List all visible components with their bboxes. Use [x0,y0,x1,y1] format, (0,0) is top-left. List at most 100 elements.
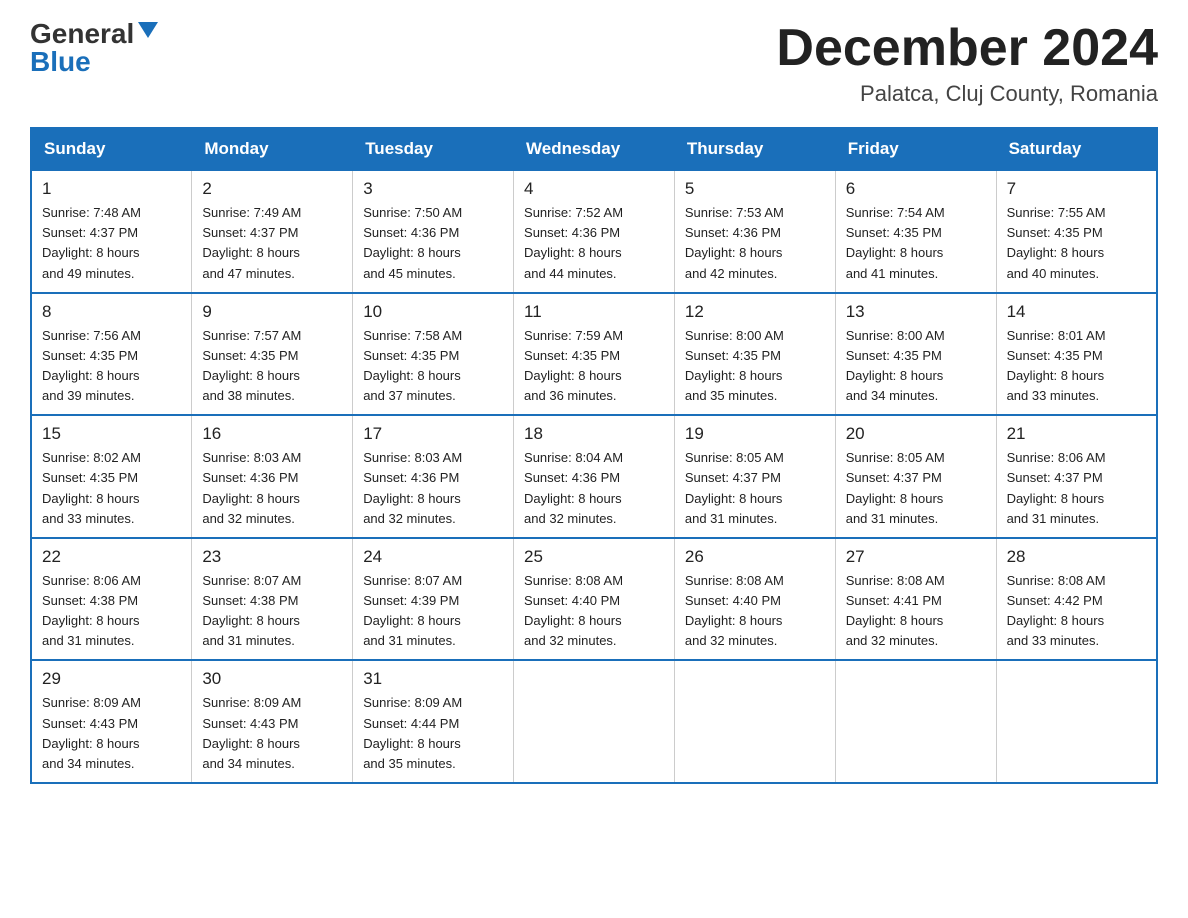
day-info: Sunrise: 8:08 AMSunset: 4:40 PMDaylight:… [685,571,825,652]
table-row [996,660,1157,783]
calendar-week-row: 29 Sunrise: 8:09 AMSunset: 4:43 PMDaylig… [31,660,1157,783]
day-number: 17 [363,424,503,444]
table-row: 20 Sunrise: 8:05 AMSunset: 4:37 PMDaylig… [835,415,996,538]
day-number: 15 [42,424,181,444]
logo-triangle-icon [138,22,158,38]
day-number: 6 [846,179,986,199]
day-info: Sunrise: 8:08 AMSunset: 4:40 PMDaylight:… [524,571,664,652]
day-info: Sunrise: 8:04 AMSunset: 4:36 PMDaylight:… [524,448,664,529]
day-number: 2 [202,179,342,199]
day-number: 16 [202,424,342,444]
calendar-header-row: Sunday Monday Tuesday Wednesday Thursday… [31,128,1157,170]
day-info: Sunrise: 7:56 AMSunset: 4:35 PMDaylight:… [42,326,181,407]
day-info: Sunrise: 7:49 AMSunset: 4:37 PMDaylight:… [202,203,342,284]
header-thursday: Thursday [674,128,835,170]
table-row [835,660,996,783]
header-friday: Friday [835,128,996,170]
title-section: December 2024 Palatca, Cluj County, Roma… [776,20,1158,107]
day-info: Sunrise: 8:07 AMSunset: 4:39 PMDaylight:… [363,571,503,652]
day-info: Sunrise: 7:53 AMSunset: 4:36 PMDaylight:… [685,203,825,284]
day-number: 14 [1007,302,1146,322]
month-year-title: December 2024 [776,20,1158,77]
table-row: 25 Sunrise: 8:08 AMSunset: 4:40 PMDaylig… [514,538,675,661]
day-number: 4 [524,179,664,199]
day-number: 30 [202,669,342,689]
table-row: 16 Sunrise: 8:03 AMSunset: 4:36 PMDaylig… [192,415,353,538]
table-row: 15 Sunrise: 8:02 AMSunset: 4:35 PMDaylig… [31,415,192,538]
table-row: 13 Sunrise: 8:00 AMSunset: 4:35 PMDaylig… [835,293,996,416]
day-number: 23 [202,547,342,567]
table-row: 1 Sunrise: 7:48 AMSunset: 4:37 PMDayligh… [31,170,192,293]
day-info: Sunrise: 8:03 AMSunset: 4:36 PMDaylight:… [363,448,503,529]
table-row: 12 Sunrise: 8:00 AMSunset: 4:35 PMDaylig… [674,293,835,416]
table-row: 3 Sunrise: 7:50 AMSunset: 4:36 PMDayligh… [353,170,514,293]
day-info: Sunrise: 7:55 AMSunset: 4:35 PMDaylight:… [1007,203,1146,284]
table-row: 30 Sunrise: 8:09 AMSunset: 4:43 PMDaylig… [192,660,353,783]
day-info: Sunrise: 7:54 AMSunset: 4:35 PMDaylight:… [846,203,986,284]
location-subtitle: Palatca, Cluj County, Romania [776,81,1158,107]
table-row: 14 Sunrise: 8:01 AMSunset: 4:35 PMDaylig… [996,293,1157,416]
day-info: Sunrise: 7:57 AMSunset: 4:35 PMDaylight:… [202,326,342,407]
day-number: 24 [363,547,503,567]
day-info: Sunrise: 7:52 AMSunset: 4:36 PMDaylight:… [524,203,664,284]
day-number: 7 [1007,179,1146,199]
table-row: 23 Sunrise: 8:07 AMSunset: 4:38 PMDaylig… [192,538,353,661]
day-number: 26 [685,547,825,567]
day-number: 21 [1007,424,1146,444]
calendar-week-row: 15 Sunrise: 8:02 AMSunset: 4:35 PMDaylig… [31,415,1157,538]
header-wednesday: Wednesday [514,128,675,170]
day-number: 8 [42,302,181,322]
day-info: Sunrise: 8:09 AMSunset: 4:43 PMDaylight:… [42,693,181,774]
day-info: Sunrise: 7:58 AMSunset: 4:35 PMDaylight:… [363,326,503,407]
page-header: General Blue December 2024 Palatca, Cluj… [30,20,1158,107]
day-info: Sunrise: 7:59 AMSunset: 4:35 PMDaylight:… [524,326,664,407]
day-info: Sunrise: 8:05 AMSunset: 4:37 PMDaylight:… [685,448,825,529]
day-info: Sunrise: 8:05 AMSunset: 4:37 PMDaylight:… [846,448,986,529]
day-number: 18 [524,424,664,444]
table-row [674,660,835,783]
logo-blue-text: Blue [30,48,91,76]
day-info: Sunrise: 8:00 AMSunset: 4:35 PMDaylight:… [846,326,986,407]
day-number: 3 [363,179,503,199]
day-info: Sunrise: 8:08 AMSunset: 4:42 PMDaylight:… [1007,571,1146,652]
table-row: 10 Sunrise: 7:58 AMSunset: 4:35 PMDaylig… [353,293,514,416]
table-row: 27 Sunrise: 8:08 AMSunset: 4:41 PMDaylig… [835,538,996,661]
day-number: 11 [524,302,664,322]
calendar-week-row: 22 Sunrise: 8:06 AMSunset: 4:38 PMDaylig… [31,538,1157,661]
calendar-table: Sunday Monday Tuesday Wednesday Thursday… [30,127,1158,784]
table-row: 29 Sunrise: 8:09 AMSunset: 4:43 PMDaylig… [31,660,192,783]
day-info: Sunrise: 8:08 AMSunset: 4:41 PMDaylight:… [846,571,986,652]
table-row [514,660,675,783]
day-number: 22 [42,547,181,567]
day-number: 19 [685,424,825,444]
table-row: 7 Sunrise: 7:55 AMSunset: 4:35 PMDayligh… [996,170,1157,293]
header-saturday: Saturday [996,128,1157,170]
table-row: 24 Sunrise: 8:07 AMSunset: 4:39 PMDaylig… [353,538,514,661]
table-row: 8 Sunrise: 7:56 AMSunset: 4:35 PMDayligh… [31,293,192,416]
calendar-week-row: 1 Sunrise: 7:48 AMSunset: 4:37 PMDayligh… [31,170,1157,293]
header-monday: Monday [192,128,353,170]
day-number: 31 [363,669,503,689]
day-number: 12 [685,302,825,322]
table-row: 22 Sunrise: 8:06 AMSunset: 4:38 PMDaylig… [31,538,192,661]
table-row: 28 Sunrise: 8:08 AMSunset: 4:42 PMDaylig… [996,538,1157,661]
day-number: 1 [42,179,181,199]
day-number: 28 [1007,547,1146,567]
table-row: 26 Sunrise: 8:08 AMSunset: 4:40 PMDaylig… [674,538,835,661]
day-number: 20 [846,424,986,444]
day-number: 25 [524,547,664,567]
table-row: 6 Sunrise: 7:54 AMSunset: 4:35 PMDayligh… [835,170,996,293]
logo-general-text: General [30,20,134,48]
day-info: Sunrise: 8:00 AMSunset: 4:35 PMDaylight:… [685,326,825,407]
header-sunday: Sunday [31,128,192,170]
table-row: 4 Sunrise: 7:52 AMSunset: 4:36 PMDayligh… [514,170,675,293]
day-info: Sunrise: 8:06 AMSunset: 4:38 PMDaylight:… [42,571,181,652]
day-info: Sunrise: 8:06 AMSunset: 4:37 PMDaylight:… [1007,448,1146,529]
day-number: 9 [202,302,342,322]
calendar-week-row: 8 Sunrise: 7:56 AMSunset: 4:35 PMDayligh… [31,293,1157,416]
header-tuesday: Tuesday [353,128,514,170]
day-info: Sunrise: 7:48 AMSunset: 4:37 PMDaylight:… [42,203,181,284]
day-info: Sunrise: 7:50 AMSunset: 4:36 PMDaylight:… [363,203,503,284]
day-number: 29 [42,669,181,689]
day-number: 5 [685,179,825,199]
